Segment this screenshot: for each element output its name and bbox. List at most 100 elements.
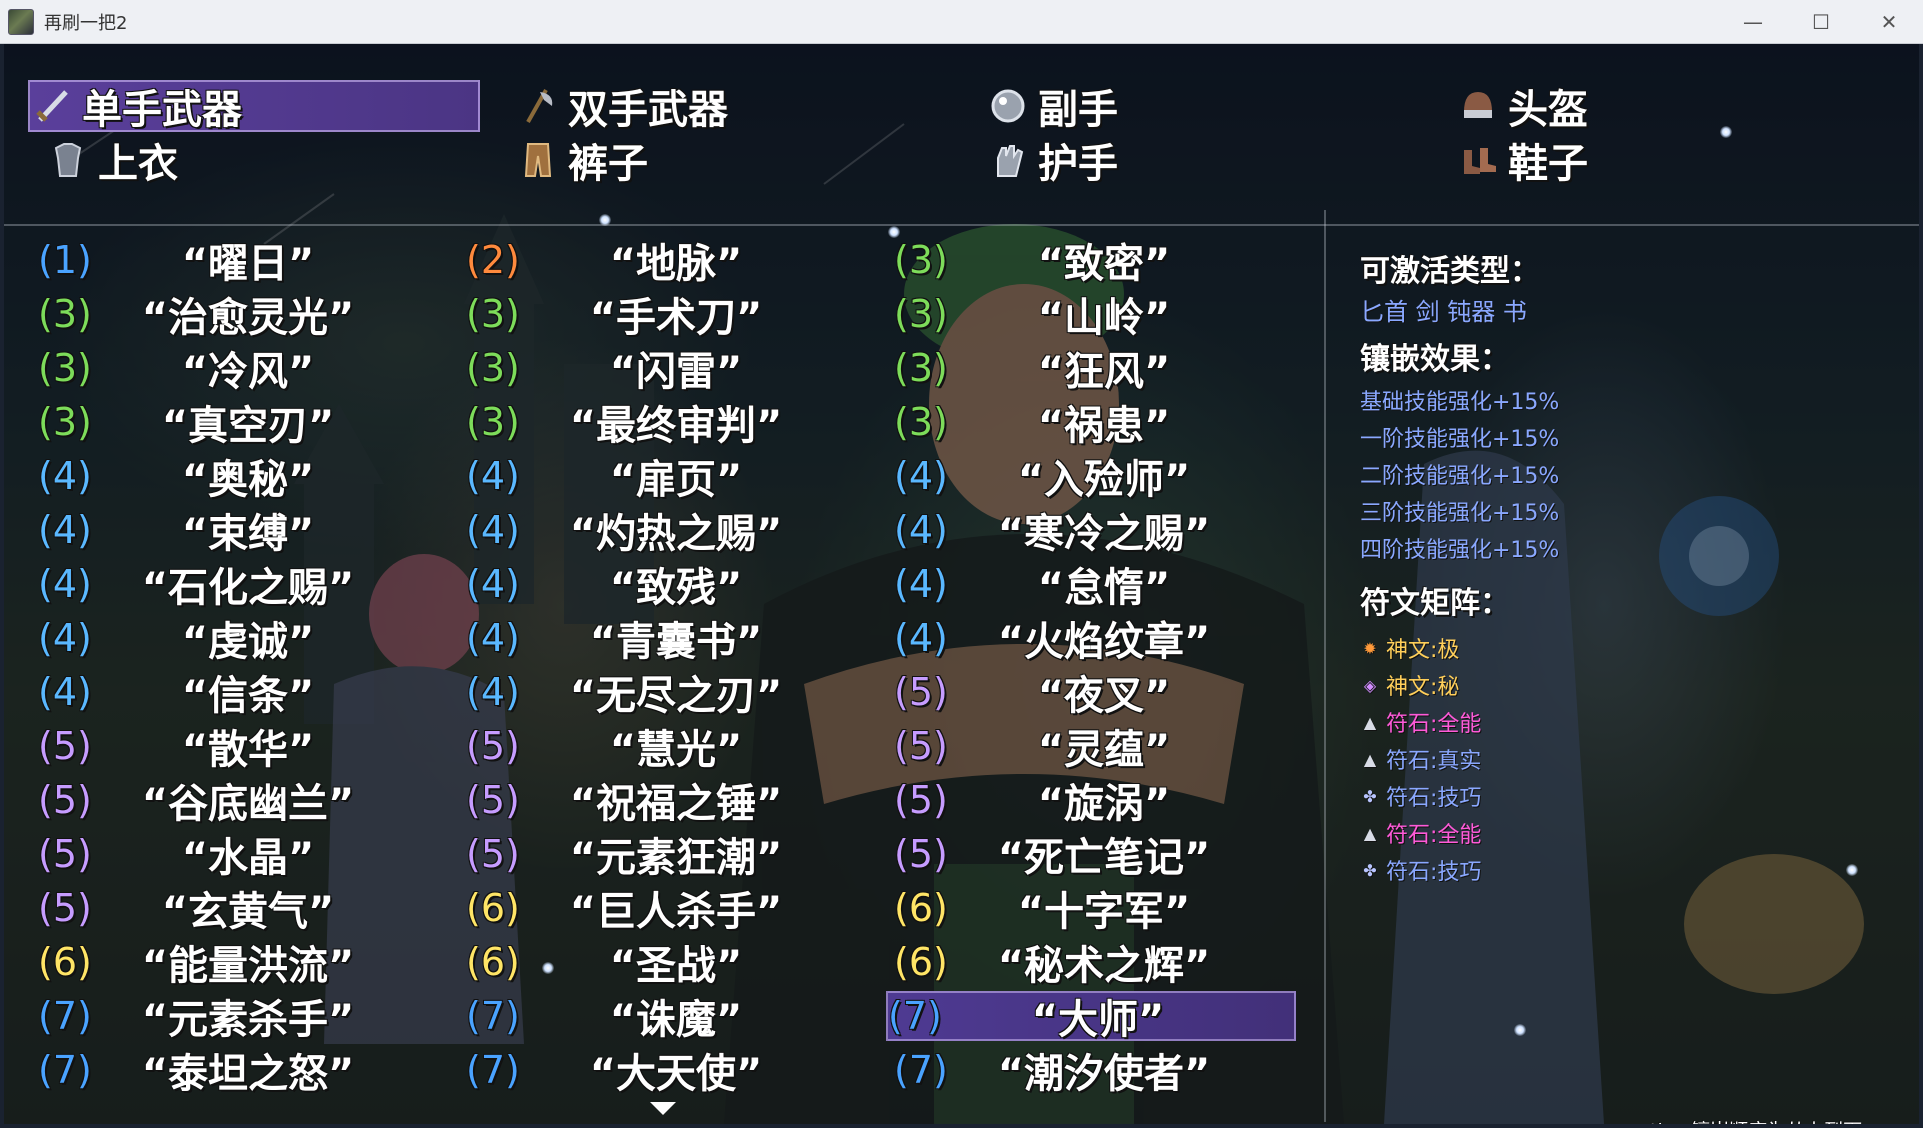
minimize-button[interactable]: —: [1719, 0, 1787, 44]
item-level: (5): [894, 670, 948, 714]
item-level: (7): [466, 994, 520, 1038]
list-item[interactable]: (5) “散华”: [38, 721, 378, 773]
list-item[interactable]: (4) “束缚”: [38, 505, 378, 557]
item-name: “能量洪流”: [141, 943, 355, 989]
list-item[interactable]: (5) “慧光”: [466, 721, 806, 773]
item-level: (3): [38, 400, 92, 444]
list-item[interactable]: (4) “虔诚”: [38, 613, 378, 665]
rune-slot[interactable]: ▲ 符石:全能: [1360, 706, 1482, 738]
list-item[interactable]: (4) “寒冷之赐”: [894, 505, 1234, 557]
list-item[interactable]: (7) “潮汐使者”: [894, 1045, 1234, 1097]
list-item[interactable]: (6) “圣战”: [466, 937, 806, 989]
list-item[interactable]: (5) “旋涡”: [894, 775, 1234, 827]
rune-slot[interactable]: ✤ 符石:技巧: [1360, 854, 1481, 886]
item-name: “潮汐使者”: [997, 1051, 1211, 1097]
list-item[interactable]: (3) “山岭”: [894, 289, 1234, 341]
list-item[interactable]: (4) “怠惰”: [894, 559, 1234, 611]
list-item[interactable]: (1) “曜日”: [38, 235, 378, 287]
runes-title: 符文矩阵：: [1360, 586, 1510, 621]
rune-label: 符石:全能: [1386, 823, 1482, 848]
list-item[interactable]: (6) “巨人杀手”: [466, 883, 806, 935]
item-level: (7): [38, 994, 92, 1038]
list-item[interactable]: (5) “水晶”: [38, 829, 378, 881]
item-level: (4): [38, 562, 92, 606]
list-item[interactable]: (4) “入殓师”: [894, 451, 1234, 503]
rune-slot[interactable]: ✤ 符石:技巧: [1360, 780, 1481, 812]
list-item[interactable]: (4) “扉页”: [466, 451, 806, 503]
item-level: (6): [894, 940, 948, 984]
rune-label: 符石:全能: [1386, 712, 1482, 737]
list-item[interactable]: (7) “诛魔”: [466, 991, 806, 1043]
item-name: “灵蕴”: [1037, 727, 1171, 773]
list-item[interactable]: (6) “能量洪流”: [38, 937, 378, 989]
tab-top[interactable]: 上衣: [46, 134, 178, 187]
list-item[interactable]: (3) “狂风”: [894, 343, 1234, 395]
list-item[interactable]: (5) “灵蕴”: [894, 721, 1234, 773]
tab-gauntlets[interactable]: 护手: [986, 134, 1118, 187]
item-level: (3): [894, 238, 948, 282]
effects-title: 镶嵌效果：: [1360, 342, 1510, 377]
list-item[interactable]: (4) “青囊书”: [466, 613, 806, 665]
list-item[interactable]: (3) “致密”: [894, 235, 1234, 287]
list-item[interactable]: (3) “手术刀”: [466, 289, 806, 341]
tab-shoes[interactable]: 鞋子: [1456, 134, 1588, 187]
tab-helmet[interactable]: 头盔: [1456, 80, 1588, 133]
list-item[interactable]: (4) “石化之赐”: [38, 559, 378, 611]
list-item[interactable]: (4) “信条”: [38, 667, 378, 719]
item-level: (7): [466, 1048, 520, 1092]
list-item[interactable]: (4) “无尽之刃”: [466, 667, 806, 719]
tab-offhand[interactable]: 副手: [986, 80, 1118, 133]
item-name: “十字军”: [1017, 889, 1191, 935]
close-button[interactable]: ✕: [1855, 0, 1923, 44]
item-name: “水晶”: [181, 835, 315, 881]
list-item[interactable]: (3) “冷风”: [38, 343, 378, 395]
axe-icon: [516, 84, 560, 128]
list-item[interactable]: (5) “玄黄气”: [38, 883, 378, 935]
list-item[interactable]: (7) “大天使”: [466, 1045, 806, 1097]
list-item[interactable]: (6) “十字军”: [894, 883, 1234, 935]
rune-slot[interactable]: ▲ 符石:全能: [1360, 817, 1482, 849]
tab-two-handed-weapon[interactable]: 双手武器: [516, 80, 728, 133]
rune-slot[interactable]: ▲ 符石:真实: [1360, 743, 1482, 775]
item-level: (5): [466, 778, 520, 822]
effect-line: 基础技能强化+15%: [1360, 390, 1560, 415]
list-item[interactable]: (7) “元素杀手”: [38, 991, 378, 1043]
item-name: “祸患”: [1037, 403, 1171, 449]
sun-rune-icon: ✹: [1363, 638, 1377, 658]
list-item[interactable]: (3) “闪雷”: [466, 343, 806, 395]
list-item[interactable]: (4) “火焰纹章”: [894, 613, 1234, 665]
list-item[interactable]: (4) “灼热之赐”: [466, 505, 806, 557]
list-item[interactable]: (5) “夜叉”: [894, 667, 1234, 719]
rune-slot[interactable]: ◈ 神文:秘: [1360, 669, 1460, 701]
rune-slot[interactable]: ✹ 神文:极: [1360, 632, 1459, 664]
list-item[interactable]: (4) “致残”: [466, 559, 806, 611]
item-level: (4): [38, 616, 92, 660]
item-name: “治愈灵光”: [141, 295, 355, 341]
maximize-button[interactable]: ☐: [1787, 0, 1855, 44]
list-item[interactable]: (3) “最终审判”: [466, 397, 806, 449]
tab-pants[interactable]: 裤子: [516, 134, 648, 187]
list-item[interactable]: (6) “秘术之辉”: [894, 937, 1234, 989]
item-name: “束缚”: [181, 511, 315, 557]
list-item[interactable]: (5) “元素狂潮”: [466, 829, 806, 881]
scroll-down-arrow-icon[interactable]: [650, 1102, 676, 1115]
list-item[interactable]: (5) “死亡笔记”: [894, 829, 1234, 881]
item-name: “慧光”: [609, 727, 743, 773]
tab-one-handed-weapon[interactable]: 单手武器: [28, 80, 480, 133]
effect-line: 四阶技能强化+15%: [1360, 538, 1560, 563]
list-item[interactable]: (3) “治愈灵光”: [38, 289, 378, 341]
list-item[interactable]: (7) “大师”: [886, 991, 1296, 1043]
item-name: “巨人杀手”: [569, 889, 783, 935]
list-item[interactable]: (2) “地脉”: [466, 235, 806, 287]
list-item[interactable]: (5) “祝福之锤”: [466, 775, 806, 827]
list-item[interactable]: (7) “泰坦之怒”: [38, 1045, 378, 1097]
list-item[interactable]: (4) “奥秘”: [38, 451, 378, 503]
item-level: (5): [466, 724, 520, 768]
list-item[interactable]: (3) “祸患”: [894, 397, 1234, 449]
list-item[interactable]: (3) “真空刃”: [38, 397, 378, 449]
item-level: (5): [894, 778, 948, 822]
item-level: (1): [38, 238, 92, 282]
item-level: (6): [466, 886, 520, 930]
list-item[interactable]: (5) “谷底幽兰”: [38, 775, 378, 827]
item-name: “元素狂潮”: [569, 835, 783, 881]
